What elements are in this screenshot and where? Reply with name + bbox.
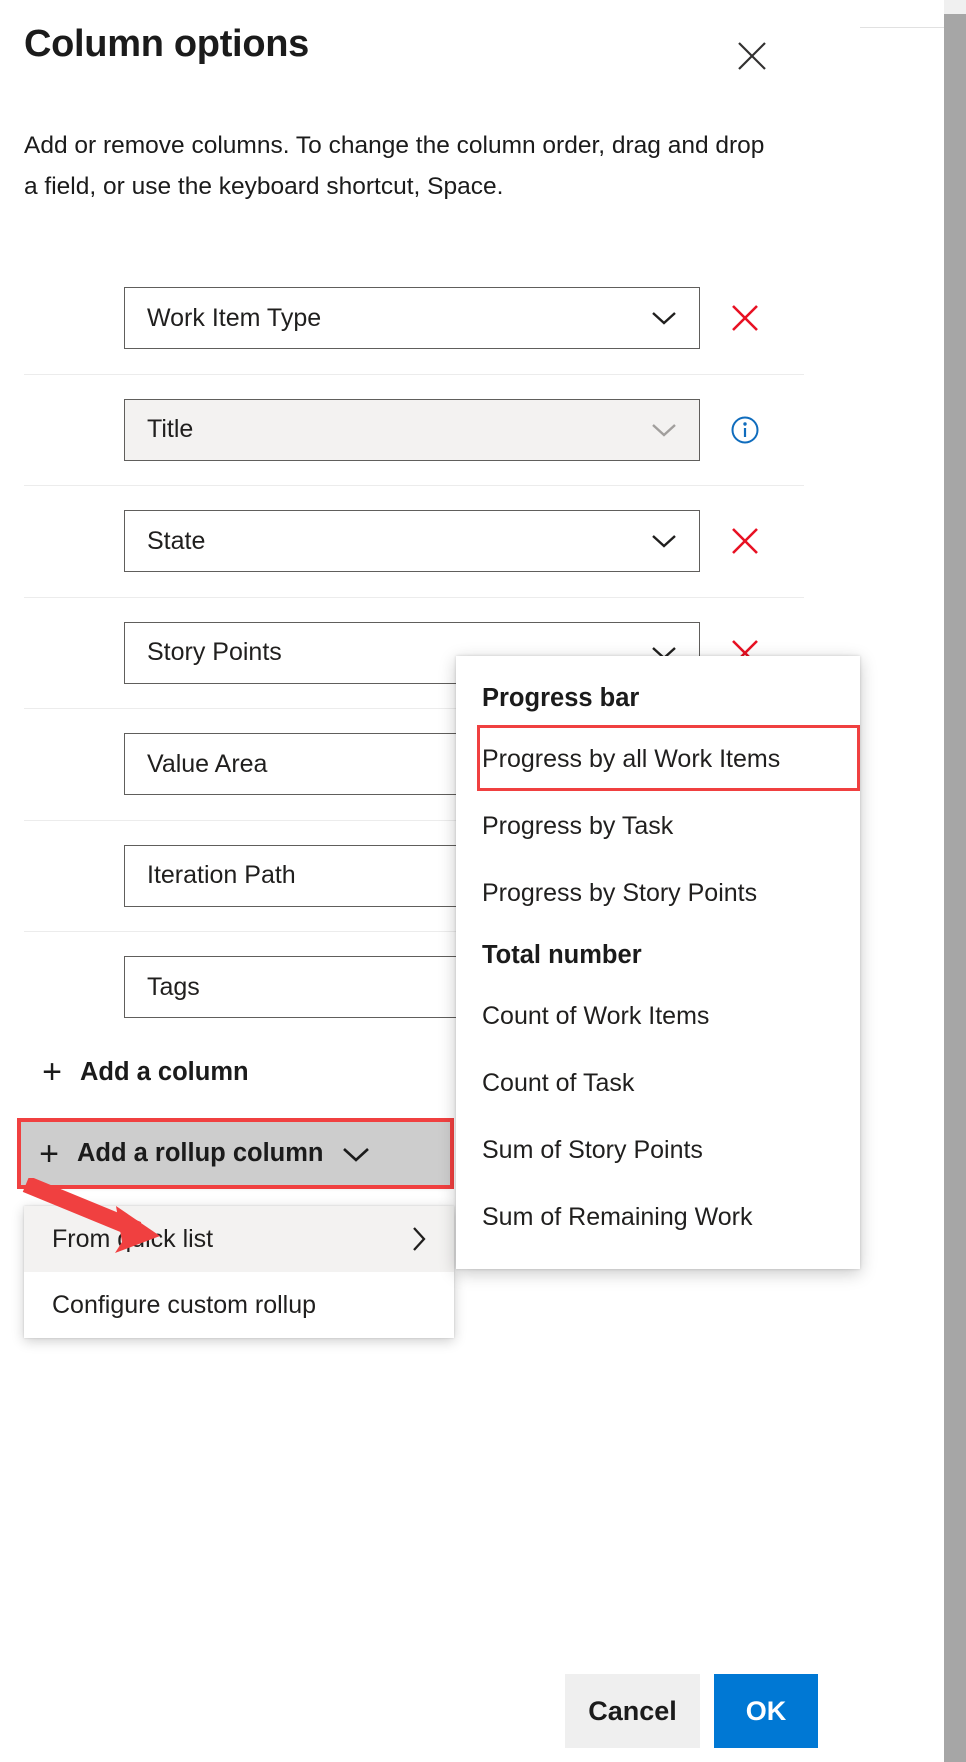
add-rollup-column-container: + Add a rollup column xyxy=(17,1118,454,1189)
field-dropdown-title[interactable]: Title xyxy=(124,398,700,461)
chevron-right-icon xyxy=(410,1224,428,1254)
field-label: Story Points xyxy=(147,638,282,666)
flyout-item-sum-of-remaining-work[interactable]: Sum of Remaining Work xyxy=(456,1184,860,1251)
flyout-item-label: Progress by Story Points xyxy=(482,879,758,907)
column-field-row: Work Item Type xyxy=(0,262,860,374)
flyout-item-label: Sum of Story Points xyxy=(482,1136,703,1164)
field-label: Iteration Path xyxy=(147,861,296,889)
remove-column-button[interactable] xyxy=(714,287,776,349)
flyout-item-label: Progress by all Work Items xyxy=(482,745,781,773)
backdrop-divider xyxy=(860,27,944,28)
chevron-down-icon xyxy=(649,421,679,439)
column-info-button[interactable] xyxy=(714,399,776,461)
dialog-footer: Cancel OK xyxy=(0,1640,860,1762)
plus-icon: + xyxy=(42,1053,62,1091)
field-dropdown-state[interactable]: State xyxy=(124,510,700,572)
flyout-item-label: Progress by Task xyxy=(482,812,674,840)
flyout-group-header: Progress bar xyxy=(482,683,640,712)
flyout-item-count-of-work-items[interactable]: Count of Work Items xyxy=(456,983,860,1050)
menu-item-configure-custom-rollup[interactable]: Configure custom rollup xyxy=(24,1272,454,1338)
close-icon xyxy=(729,302,761,334)
info-icon xyxy=(729,414,761,446)
rollup-submenu: From quick list Configure custom rollup xyxy=(24,1206,454,1338)
panel-description: Add or remove columns. To change the col… xyxy=(24,132,765,200)
remove-column-button[interactable] xyxy=(714,510,776,572)
flyout-group-header: Total number xyxy=(482,940,642,969)
flyout-item-count-of-task[interactable]: Count of Task xyxy=(456,1050,860,1117)
flyout-item-label: Count of Task xyxy=(482,1069,635,1097)
row-divider xyxy=(24,373,804,375)
add-rollup-column-button[interactable]: + Add a rollup column xyxy=(21,1122,450,1185)
chevron-down-icon xyxy=(340,1144,372,1164)
cancel-button[interactable]: Cancel xyxy=(565,1674,700,1748)
close-button[interactable] xyxy=(724,28,780,84)
menu-item-label: From quick list xyxy=(52,1224,214,1253)
close-icon xyxy=(729,525,761,557)
quick-list-flyout: Progress bar Progress by all Work Items … xyxy=(456,656,860,1269)
ok-button[interactable]: OK xyxy=(714,1674,818,1748)
flyout-item-progress-by-all-work-items[interactable]: Progress by all Work Items xyxy=(456,725,860,793)
column-field-row: Title xyxy=(0,373,860,486)
row-divider xyxy=(24,596,804,598)
flyout-item-sum-of-story-points[interactable]: Sum of Story Points xyxy=(456,1117,860,1184)
field-label: State xyxy=(147,526,206,555)
add-column-button[interactable]: + Add a column xyxy=(24,1041,454,1103)
page-scrollbar-thumb[interactable] xyxy=(944,14,966,1762)
column-field-row: State xyxy=(0,485,860,597)
menu-item-from-quick-list[interactable]: From quick list xyxy=(24,1206,454,1272)
flyout-item-progress-by-task[interactable]: Progress by Task xyxy=(456,793,860,860)
field-label: Title xyxy=(147,415,194,443)
field-label: Work Item Type xyxy=(147,303,322,332)
row-divider xyxy=(24,485,804,486)
chevron-down-icon xyxy=(649,309,679,327)
plus-icon: + xyxy=(39,1134,59,1173)
flyout-item-label: Count of Work Items xyxy=(482,1002,710,1030)
close-icon xyxy=(735,39,769,73)
chevron-down-icon xyxy=(649,532,679,550)
flyout-item-progress-by-story-points[interactable]: Progress by Story Points xyxy=(456,860,860,927)
field-label: Value Area xyxy=(147,749,268,778)
field-dropdown-work-item-type[interactable]: Work Item Type xyxy=(124,287,700,349)
field-label: Tags xyxy=(147,972,200,1001)
add-rollup-column-label: Add a rollup column xyxy=(77,1139,324,1167)
column-options-panel: Column options Add or remove columns. To… xyxy=(0,0,860,1762)
menu-item-label: Configure custom rollup xyxy=(52,1290,317,1319)
column-options-dialog: Column options Add or remove columns. To… xyxy=(0,0,966,1762)
flyout-item-label: Sum of Remaining Work xyxy=(482,1203,753,1231)
add-column-label: Add a column xyxy=(80,1057,249,1086)
panel-header: Column options xyxy=(0,0,860,108)
page-title: Column options xyxy=(24,23,309,65)
